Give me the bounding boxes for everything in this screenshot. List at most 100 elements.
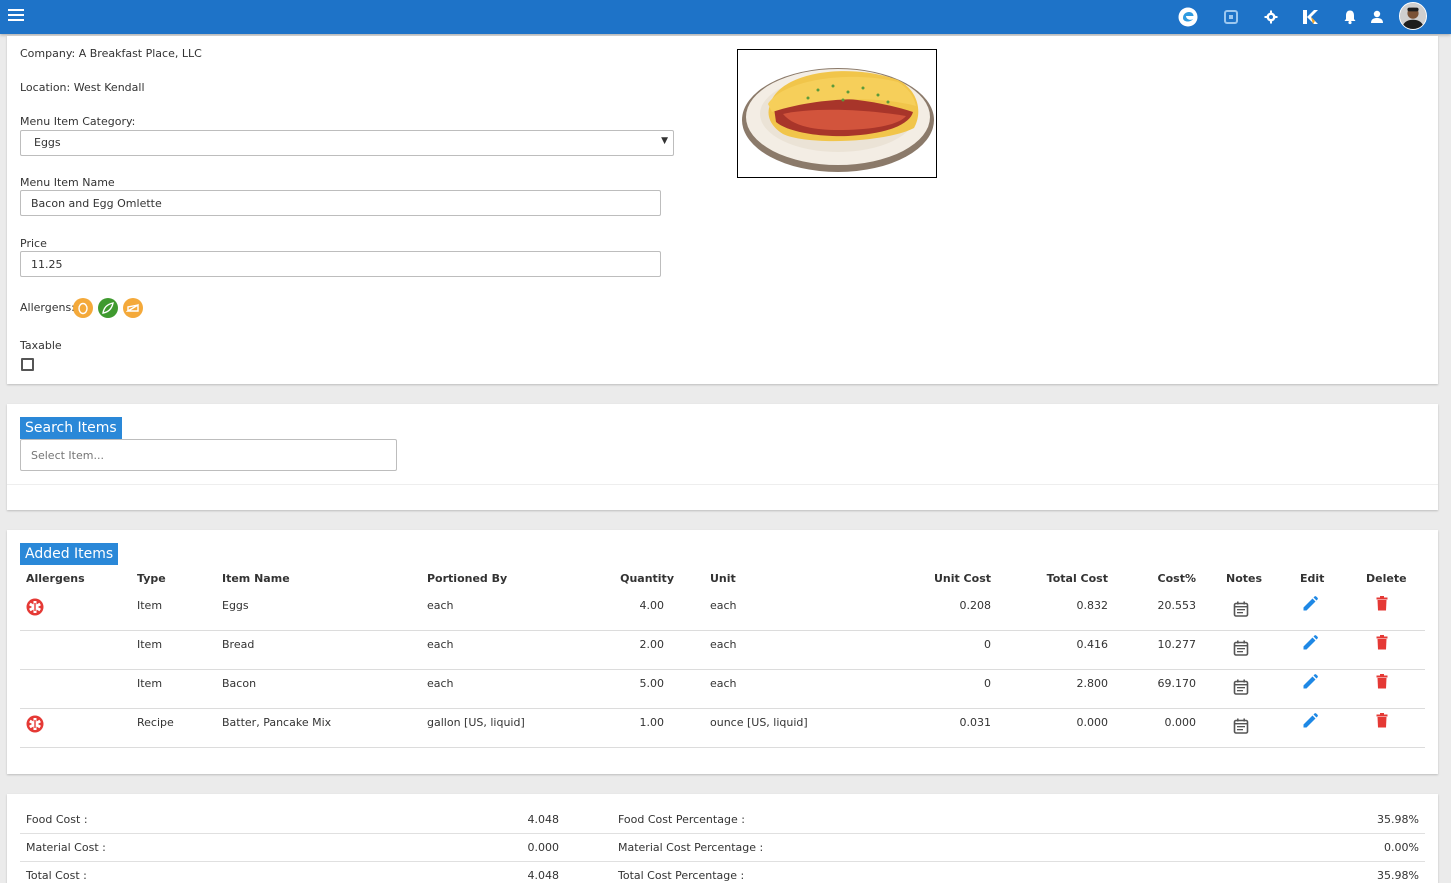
row-divider (20, 747, 1425, 748)
row-unit: ounce [US, liquid] (710, 716, 808, 729)
row-divider (20, 630, 1425, 631)
column-header-unit: Unit (710, 572, 736, 585)
cheese-allergen-icon (123, 298, 143, 318)
column-header-edit: Edit (1300, 572, 1324, 585)
row-type: Item (137, 638, 162, 651)
food-cost-label: Food Cost : (26, 813, 88, 826)
category-select-value[interactable]: Eggs (20, 130, 674, 156)
added-items-title: Added Items (20, 543, 118, 565)
k-logo-icon[interactable] (1300, 7, 1320, 27)
row-unit-cost: 0.031 (891, 716, 991, 729)
menu-item-name-label: Menu Item Name (20, 176, 115, 189)
row-total-cost: 0.416 (1008, 638, 1108, 651)
notes-icon[interactable] (1232, 600, 1250, 618)
total-cost-percentage-label: Total Cost Percentage : (618, 869, 744, 882)
total-cost-label: Total Cost : (26, 869, 87, 882)
divider (7, 484, 1438, 485)
medical-allergen-icon (26, 598, 44, 616)
summary-divider (20, 861, 1425, 862)
column-header-portioned-by: Portioned By (427, 572, 507, 585)
column-header-item-name: Item Name (222, 572, 290, 585)
row-item-name: Batter, Pancake Mix (222, 716, 331, 729)
row-unit: each (710, 638, 737, 651)
row-total-cost: 0.000 (1008, 716, 1108, 729)
taxable-label: Taxable (20, 339, 62, 352)
material-cost-percentage-value: 0.00% (1319, 841, 1419, 854)
row-unit: each (710, 677, 737, 690)
column-header-total-cost: Total Cost (1008, 572, 1108, 585)
material-cost-percentage-label: Material Cost Percentage : (618, 841, 763, 854)
row-portioned-by: gallon [US, liquid] (427, 716, 525, 729)
hamburger-icon[interactable] (8, 9, 24, 23)
row-cost-percent: 20.553 (1126, 599, 1196, 612)
total-cost-percentage-value: 35.98% (1319, 869, 1419, 882)
delete-icon[interactable] (1373, 595, 1391, 613)
row-quantity: 2.00 (594, 638, 664, 651)
row-type: Item (137, 599, 162, 612)
category-label: Menu Item Category: (20, 115, 135, 128)
row-total-cost: 0.832 (1008, 599, 1108, 612)
food-cost-percentage-value: 35.98% (1319, 813, 1419, 826)
edit-icon[interactable] (1301, 595, 1319, 613)
row-item-name: Bread (222, 638, 254, 651)
row-cost-percent: 0.000 (1126, 716, 1196, 729)
row-quantity: 5.00 (594, 677, 664, 690)
row-cost-percent: 69.170 (1126, 677, 1196, 690)
delete-icon[interactable] (1373, 712, 1391, 730)
egg-allergen-icon (73, 298, 93, 318)
edit-icon[interactable] (1301, 634, 1319, 652)
row-portioned-by: each (427, 677, 454, 690)
row-item-name: Bacon (222, 677, 256, 690)
medical-allergen-icon (26, 715, 44, 733)
top-bar (0, 0, 1451, 34)
search-item-input[interactable] (20, 439, 397, 471)
edge-icon[interactable] (1178, 7, 1198, 27)
column-header-cost-percent: Cost% (1126, 572, 1196, 585)
summary-divider (20, 833, 1425, 834)
row-portioned-by: each (427, 638, 454, 651)
notes-icon[interactable] (1232, 639, 1250, 657)
food-cost-percentage-label: Food Cost Percentage : (618, 813, 745, 826)
total-cost-value: 4.048 (459, 869, 559, 882)
column-header-notes: Notes (1226, 572, 1262, 585)
row-quantity: 1.00 (594, 716, 664, 729)
row-unit-cost: 0.208 (891, 599, 991, 612)
company-label: Company: A Breakfast Place, LLC (20, 47, 202, 60)
square-icon[interactable] (1221, 7, 1241, 27)
bell-icon[interactable] (1340, 7, 1360, 27)
food-cost-value: 4.048 (459, 813, 559, 826)
price-input[interactable] (20, 251, 661, 277)
row-divider (20, 669, 1425, 670)
location-label: Location: West Kendall (20, 81, 145, 94)
gear-icon[interactable] (1261, 7, 1281, 27)
row-quantity: 4.00 (594, 599, 664, 612)
allergens-label: Allergens: (20, 301, 75, 314)
row-divider (20, 708, 1425, 709)
edit-icon[interactable] (1301, 712, 1319, 730)
notes-icon[interactable] (1232, 717, 1250, 735)
row-item-name: Eggs (222, 599, 249, 612)
column-header-delete: Delete (1366, 572, 1407, 585)
row-total-cost: 2.800 (1008, 677, 1108, 690)
menu-item-name-input[interactable] (20, 190, 661, 216)
row-type: Recipe (137, 716, 174, 729)
column-header-unit-cost: Unit Cost (891, 572, 991, 585)
delete-icon[interactable] (1373, 673, 1391, 691)
search-items-title: Search Items (20, 417, 122, 439)
user-icon[interactable] (1367, 7, 1387, 27)
row-unit: each (710, 599, 737, 612)
row-portioned-by: each (427, 599, 454, 612)
material-cost-label: Material Cost : (26, 841, 106, 854)
edit-icon[interactable] (1301, 673, 1319, 691)
avatar[interactable] (1399, 2, 1427, 30)
row-unit-cost: 0 (891, 677, 991, 690)
delete-icon[interactable] (1373, 634, 1391, 652)
category-select[interactable]: Eggs ▼ (20, 130, 674, 156)
material-cost-value: 0.000 (459, 841, 559, 854)
row-unit-cost: 0 (891, 638, 991, 651)
column-header-allergens: Allergens (26, 572, 85, 585)
taxable-checkbox[interactable] (21, 358, 34, 371)
vegetable-allergen-icon (98, 298, 118, 318)
price-label: Price (20, 237, 47, 250)
notes-icon[interactable] (1232, 678, 1250, 696)
